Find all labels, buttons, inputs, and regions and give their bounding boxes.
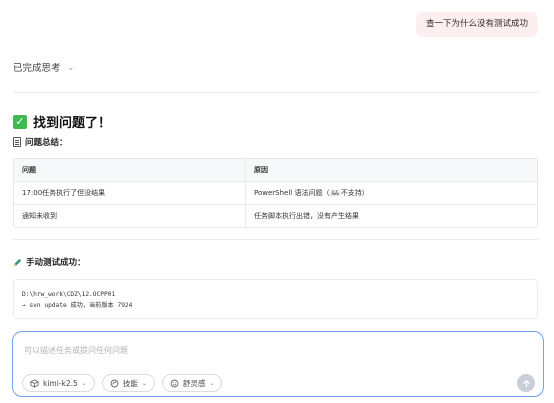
chevron-down-icon: ⌄: [141, 379, 147, 387]
code-line: → svn update 成功，当前版本 7924: [22, 302, 133, 309]
thinking-toggle[interactable]: 已完成思考 ⌄: [13, 60, 75, 75]
summary-heading-text: 问题总结：: [25, 138, 68, 148]
code-block: D:\hrw_work\CDZ\12.OCPP01 → svn update 成…: [13, 279, 538, 319]
pencil-icon: [13, 258, 22, 266]
summary-table: 问题 原因 17:00任务执行了但没结果 PowerShell 语法问题（ &&…: [13, 158, 538, 228]
user-message-text: 查一下为什么没有测试成功: [425, 19, 528, 29]
inline-code: &&: [329, 189, 341, 197]
composer-chips: kimi-k2.5 ⌄ 技能 ⌄ 舒灵感 ⌄: [22, 374, 223, 392]
manual-test-heading-text: 手动测试成功：: [26, 258, 86, 268]
table-cell: 通知未收到: [14, 205, 246, 227]
table-row: 17:00任务执行了但没结果 PowerShell 语法问题（ && 不支持）: [14, 181, 537, 204]
skills-label: 技能: [122, 378, 138, 388]
code-line: D:\hrw_work\CDZ\12.OCPP01: [22, 291, 116, 298]
table-cell: 任务脚本执行出错，没有产生结果: [254, 212, 359, 220]
chevron-down-icon: ⌄: [67, 62, 75, 72]
sparkle-icon: [170, 379, 179, 387]
cell-text: PowerShell 语法问题（: [254, 189, 330, 197]
table-cell: 17:00任务执行了但没结果: [14, 182, 246, 204]
document-icon: [13, 137, 21, 147]
cell-text: 不支持）: [340, 189, 369, 197]
result-title-text: 找到问题了！: [33, 116, 112, 131]
divider: [13, 239, 538, 240]
divider: [13, 92, 538, 93]
skills-chip[interactable]: 技能 ⌄: [101, 374, 155, 392]
send-button[interactable]: [517, 374, 535, 392]
table-row: 通知未收到 任务脚本执行出错，没有产生结果: [14, 204, 537, 227]
table-cell: PowerShell 语法问题（ && 不支持）: [246, 182, 537, 204]
cube-icon: [30, 378, 39, 388]
check-mark-icon: ✓: [13, 114, 27, 129]
inspiration-label: 舒灵感: [182, 378, 206, 388]
summary-heading: 问题总结：: [13, 136, 68, 148]
composer-placeholder[interactable]: 可以描述任务或提问任何问题: [24, 345, 128, 356]
thinking-label: 已完成思考: [13, 63, 61, 74]
message-composer[interactable]: 可以描述任务或提问任何问题 kimi-k2.5 ⌄ 技能 ⌄ 舒灵感 ⌄: [12, 331, 544, 397]
model-select-chip[interactable]: kimi-k2.5 ⌄: [22, 374, 95, 392]
table-header-cell: 问题: [14, 159, 246, 181]
inspiration-chip[interactable]: 舒灵感 ⌄: [161, 374, 223, 392]
model-select-label: kimi-k2.5: [43, 378, 78, 388]
chevron-down-icon: ⌄: [81, 379, 87, 387]
result-title: ✓ 找到问题了！: [13, 112, 111, 131]
skill-icon: [110, 379, 119, 387]
manual-test-heading: 手动测试成功：: [13, 256, 86, 268]
chevron-down-icon: ⌄: [209, 379, 215, 387]
user-message-bubble: 查一下为什么没有测试成功: [415, 12, 538, 37]
send-arrow-up-icon: [522, 379, 530, 387]
table-header-cell: 原因: [254, 166, 268, 174]
table-header-row: 问题 原因: [14, 159, 537, 181]
